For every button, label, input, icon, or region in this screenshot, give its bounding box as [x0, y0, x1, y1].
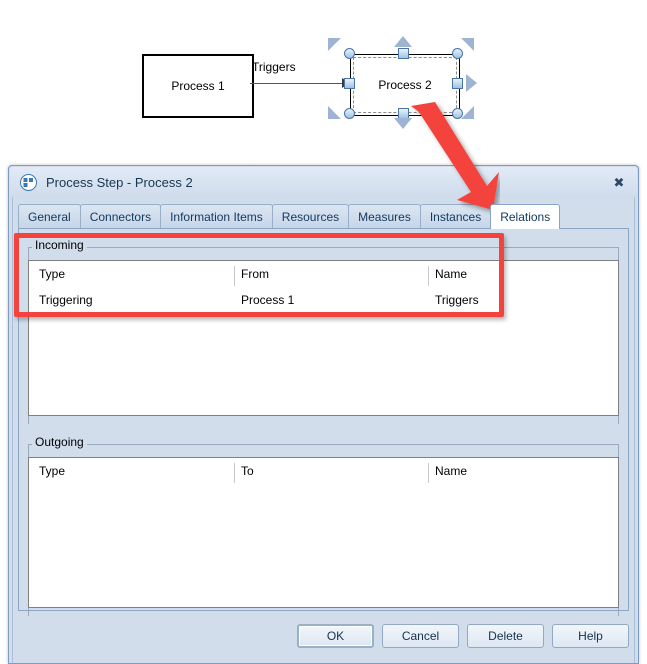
delete-button[interactable]: Delete — [467, 624, 544, 648]
diagram-node-process-1[interactable]: Process 1 — [142, 54, 254, 118]
close-icon[interactable]: ✖ — [609, 173, 629, 191]
resize-handle-middle-left[interactable] — [344, 78, 355, 89]
outgoing-table[interactable]: Type To Name — [28, 457, 619, 608]
dialog-titlebar[interactable]: Process Step - Process 2 ✖ — [10, 167, 637, 197]
process-step-dialog: Process Step - Process 2 ✖ General Conne… — [8, 165, 639, 664]
resize-handle-top-center[interactable] — [398, 48, 409, 59]
resize-handle-middle-right[interactable] — [452, 78, 463, 89]
incoming-col-from[interactable]: From — [241, 261, 269, 288]
outgoing-group: Outgoing Type To Name — [28, 435, 619, 616]
incoming-cell-from: Process 1 — [241, 293, 295, 307]
tab-general[interactable]: General — [18, 204, 81, 228]
diagram-canvas: Process 1 Triggers Process 2 — [0, 0, 647, 165]
incoming-group-label: Incoming — [32, 238, 87, 252]
outgoing-column-divider-2[interactable] — [428, 463, 429, 483]
incoming-column-divider-1[interactable] — [234, 266, 235, 286]
dialog-button-bar: OK Cancel Delete Help — [18, 618, 629, 654]
quicklink-arrow-nw-icon[interactable] — [328, 38, 341, 51]
quicklink-arrow-se-icon[interactable] — [461, 106, 474, 119]
incoming-cell-name: Triggers — [435, 293, 479, 307]
node-1-label: Process 1 — [171, 79, 225, 93]
diagram-node-process-2[interactable]: Process 2 — [350, 54, 460, 116]
quicklink-arrow-down-icon[interactable] — [394, 118, 412, 129]
incoming-col-name[interactable]: Name — [435, 261, 467, 288]
tab-resources[interactable]: Resources — [271, 204, 350, 228]
quicklink-arrow-right-icon[interactable] — [466, 74, 477, 92]
tab-bar: General Connectors Information Items Res… — [18, 204, 629, 229]
help-button[interactable]: Help — [552, 624, 629, 648]
quicklink-arrow-ne-icon[interactable] — [461, 38, 474, 51]
quicklink-arrow-up-icon[interactable] — [394, 36, 412, 47]
incoming-column-divider-2[interactable] — [428, 266, 429, 286]
outgoing-col-name[interactable]: Name — [435, 458, 467, 485]
outgoing-group-label: Outgoing — [32, 435, 87, 449]
ok-button[interactable]: OK — [297, 624, 374, 648]
incoming-group: Incoming Type From Name Triggering Proce… — [28, 238, 619, 424]
node-2-label: Process 2 — [378, 78, 432, 92]
outgoing-col-type[interactable]: Type — [39, 458, 65, 485]
outgoing-group-top-border — [28, 444, 619, 445]
quicklink-arrow-sw-icon[interactable] — [328, 106, 341, 119]
connector-line[interactable] — [250, 83, 350, 84]
outgoing-column-divider-1[interactable] — [234, 463, 235, 483]
connector-label: Triggers — [252, 60, 296, 74]
resize-handle-top-left[interactable] — [344, 48, 355, 59]
table-row[interactable]: Triggering Process 1 Triggers — [29, 288, 618, 312]
tab-information-items[interactable]: Information Items — [160, 204, 273, 228]
tab-relations[interactable]: Relations — [490, 204, 561, 229]
incoming-cell-type: Triggering — [39, 293, 93, 307]
tab-instances[interactable]: Instances — [419, 204, 492, 228]
tab-connectors[interactable]: Connectors — [79, 204, 162, 228]
cancel-button[interactable]: Cancel — [382, 624, 459, 648]
tab-measures[interactable]: Measures — [348, 204, 421, 228]
incoming-table[interactable]: Type From Name Triggering Process 1 Trig… — [28, 260, 619, 416]
outgoing-table-header-row: Type To Name — [29, 458, 618, 485]
incoming-col-type[interactable]: Type — [39, 261, 65, 288]
dialog-title: Process Step - Process 2 — [46, 174, 193, 190]
incoming-table-header-row: Type From Name — [29, 261, 618, 288]
incoming-group-top-border — [28, 247, 619, 248]
resize-handle-bottom-left[interactable] — [344, 108, 355, 119]
outgoing-col-to[interactable]: To — [241, 458, 254, 485]
relations-tab-panel: Incoming Type From Name Triggering Proce… — [18, 228, 629, 616]
process-step-icon — [20, 173, 37, 191]
